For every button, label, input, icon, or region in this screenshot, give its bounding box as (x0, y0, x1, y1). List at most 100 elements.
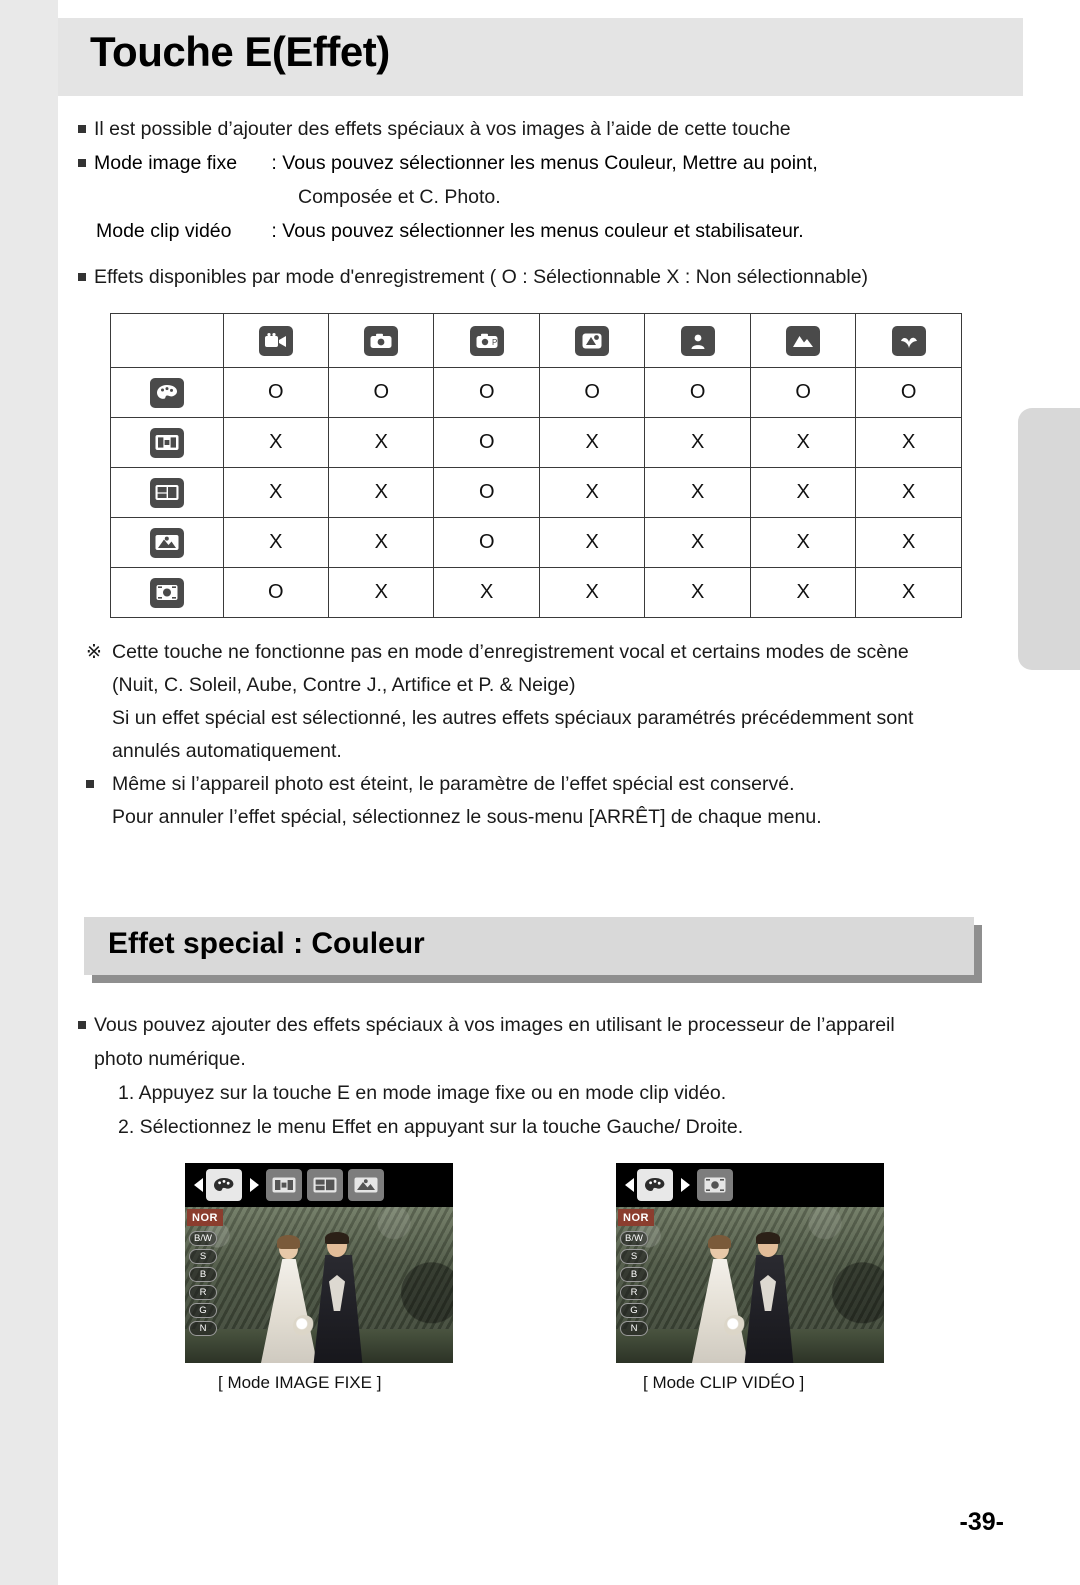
picture-frame-icon (348, 1169, 384, 1201)
cell-value: O (433, 417, 540, 468)
section2-step-2: 2. Sélectionnez le menu Effet en appuyan… (118, 1116, 744, 1138)
table-header-row: P (110, 313, 962, 368)
note-3: Même si l’appareil photo est éteint, le … (58, 768, 1023, 801)
arrow-left-icon (194, 1178, 203, 1192)
bride-dress (692, 1259, 748, 1363)
cell-value: X (538, 567, 646, 618)
section2-body: Vous pouvez ajouter des effets spéciaux … (58, 1008, 1023, 1144)
cell-value: O (538, 367, 646, 418)
effects-table-wrap: P O O O O O O O X X O X X X X X X O X X … (110, 313, 962, 618)
table-corner-cell (110, 313, 224, 368)
picture-frame-icon (149, 527, 184, 558)
cell-value: X (855, 417, 962, 468)
list-item[interactable]: B/W (189, 1231, 217, 1246)
program-camera-icon: P (469, 325, 504, 356)
cell-value: X (327, 517, 435, 568)
list-item[interactable]: S (189, 1249, 217, 1264)
effects-table: P O O O O O O O X X O X X X X X X O X X … (110, 313, 962, 618)
mode-still-text: : Vous pouvez sélectionner les menus Cou… (271, 152, 818, 174)
note-2: Si un effet spécial est sélectionné, les… (112, 707, 914, 729)
list-item[interactable]: B (189, 1267, 217, 1282)
note-3b: Pour annuler l’effet spécial, sélectionn… (112, 806, 822, 828)
cell-value: X (538, 417, 646, 468)
effect-option-list-movie: B/W S B R G N (620, 1231, 650, 1339)
table-row: O O O O O O O (110, 367, 962, 418)
cell-value: X (538, 517, 646, 568)
color-palette-icon (149, 377, 184, 408)
lcd-screenshot-movie: NOR B/W S B R G N (616, 1163, 884, 1363)
left-margin-bar (0, 0, 58, 1585)
couple-subject (688, 1223, 812, 1363)
list-item[interactable]: N (189, 1321, 217, 1336)
intro-bullet-2: Effets disponibles par mode d'enregistre… (58, 260, 1023, 294)
cell-value: X (749, 517, 857, 568)
list-item[interactable]: B (620, 1267, 648, 1282)
cell-value: X (749, 467, 857, 518)
lcd-toolbar-movie (616, 1163, 884, 1207)
bride-hair (277, 1235, 300, 1249)
still-camera-icon (364, 325, 399, 356)
list-item[interactable]: B/W (620, 1231, 648, 1246)
cell-value: X (222, 467, 330, 518)
cell-value: X (327, 417, 435, 468)
groom-hair (756, 1232, 780, 1244)
night-scene-icon (575, 325, 610, 356)
intro-bullet-1: Il est possible d’ajouter des effets spé… (58, 112, 1023, 146)
col-header-landscape (749, 313, 857, 368)
note-1: ※ Cette touche ne fonctionne pas en mode… (58, 636, 1023, 669)
mode-movie-label: Mode clip vidéo (96, 220, 232, 242)
table-row: O X X X X X X (110, 567, 962, 618)
lcd-toolbar-still (185, 1163, 453, 1207)
col-header-night (538, 313, 646, 368)
photo-frame-icon (307, 1169, 343, 1201)
lcd-preview-still (185, 1207, 453, 1363)
lcd-preview-movie (616, 1207, 884, 1363)
list-item[interactable]: S (620, 1249, 648, 1264)
cell-value: O (433, 517, 540, 568)
status-badge: NOR (187, 1209, 223, 1226)
screenshots-row: NOR B/W S B R G N NOR B/W S B R G N [Mo… (58, 1163, 1023, 1393)
page-number: -39- (959, 1508, 1004, 1536)
landscape-icon (786, 325, 821, 356)
section-header: Effet special : Couleur (84, 917, 974, 975)
cell-value: X (855, 467, 962, 518)
list-item[interactable]: G (189, 1303, 217, 1318)
cell-value: X (644, 417, 751, 468)
section2-bullet-1b: photo numérique. (94, 1048, 246, 1070)
mode-still-row: Mode image fixe : Vous pouvez sélectionn… (58, 146, 1023, 180)
bride-hair (708, 1235, 731, 1249)
list-item[interactable]: R (620, 1285, 648, 1300)
row-header-color (110, 367, 224, 418)
list-item[interactable]: G (620, 1303, 648, 1318)
frame-composite-icon (266, 1169, 302, 1201)
cell-value: O (644, 367, 751, 418)
arrow-right-icon (250, 1178, 259, 1192)
cell-value: X (749, 567, 857, 618)
notes-section: ※ Cette touche ne fonctionne pas en mode… (58, 636, 1023, 834)
mode-movie-text: : Vous pouvez sélectionner les menus cou… (271, 220, 804, 242)
macro-flower-icon (891, 325, 926, 356)
cell-value: O (222, 567, 330, 618)
row-header-focus (110, 567, 224, 618)
frame-composite-icon (149, 427, 184, 458)
bullet-square-icon (86, 780, 94, 788)
cell-value: X (855, 567, 962, 618)
section2-bullet-1-text: Vous pouvez ajouter des effets spéciaux … (94, 1014, 895, 1036)
movie-camera-icon (258, 325, 293, 356)
cell-value: O (222, 367, 330, 418)
cell-value: X (749, 417, 857, 468)
row-header-photoframe (110, 467, 224, 518)
col-header-still (327, 313, 435, 368)
row-header-composite (110, 417, 224, 468)
right-side-tab (1018, 408, 1080, 670)
cell-value: X (644, 517, 751, 568)
effect-option-list-still: B/W S B R G N (189, 1231, 219, 1339)
bullet-square-icon (78, 273, 86, 281)
bullet-square-icon (78, 1021, 86, 1029)
list-item[interactable]: R (189, 1285, 217, 1300)
groom-hair (325, 1232, 349, 1244)
list-item[interactable]: N (620, 1321, 648, 1336)
cell-value: X (327, 467, 435, 518)
cell-value: O (327, 367, 435, 418)
bouquet (724, 1315, 746, 1337)
